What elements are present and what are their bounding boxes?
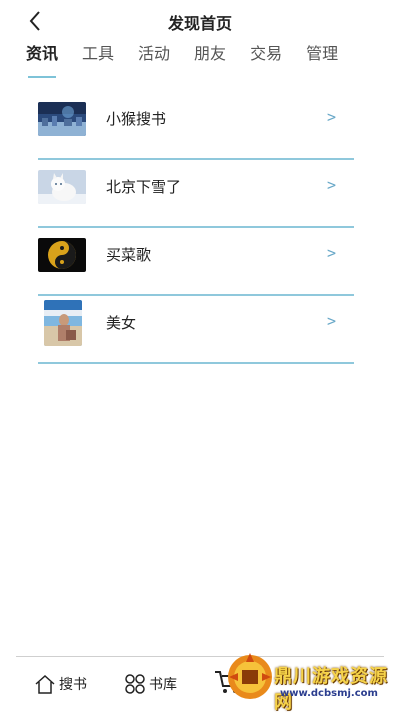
home-icon: [35, 674, 55, 694]
watermark-logo-icon: [228, 653, 272, 699]
chevron-right-icon: >: [326, 108, 336, 126]
nav-library-label: 书库: [149, 677, 177, 693]
nav-search-label: 搜书: [59, 677, 87, 693]
page-title: 发现首页: [167, 14, 232, 33]
library-icon: [125, 674, 145, 694]
watermark: 鼎川游戏资源网 www.dcbsmj.com: [224, 648, 400, 713]
tab-bar: 资讯 工具 活动 朋友 交易 管理: [26, 42, 362, 78]
list-item-label: 北京下雪了: [106, 178, 182, 196]
news-list: 小猴搜书 > 北京下雪了 > 买菜歌 > 美女 >: [38, 92, 354, 364]
list-item[interactable]: 北京下雪了 >: [38, 160, 354, 228]
list-item-label: 买菜歌: [106, 246, 152, 264]
tab-friends[interactable]: 朋友: [194, 42, 226, 72]
tab-trade[interactable]: 交易: [250, 42, 282, 72]
list-item[interactable]: 小猴搜书 >: [38, 92, 354, 160]
nav-search-books[interactable]: 搜书: [34, 671, 87, 697]
tab-activities[interactable]: 活动: [138, 42, 170, 72]
nav-library[interactable]: 书库: [124, 671, 177, 697]
list-item[interactable]: 买菜歌 >: [38, 228, 354, 296]
header: 发现首页: [0, 0, 400, 40]
chevron-right-icon: >: [326, 244, 336, 262]
yin-yang-thumbnail: [38, 238, 86, 272]
list-item[interactable]: 美女 >: [38, 296, 354, 364]
chevron-right-icon: >: [326, 176, 336, 194]
watermark-url: www.dcbsmj.com: [280, 688, 378, 699]
tab-tools[interactable]: 工具: [82, 42, 114, 72]
tab-news[interactable]: 资讯: [26, 42, 58, 78]
list-item-label: 美女: [106, 314, 137, 332]
night-city-thumbnail: [38, 102, 86, 136]
chevron-right-icon: >: [326, 312, 336, 330]
list-item-label: 小猴搜书: [106, 110, 167, 128]
beach-photo-thumbnail: [44, 300, 82, 346]
tab-manage[interactable]: 管理: [306, 42, 338, 72]
white-cat-thumbnail: [38, 170, 86, 204]
